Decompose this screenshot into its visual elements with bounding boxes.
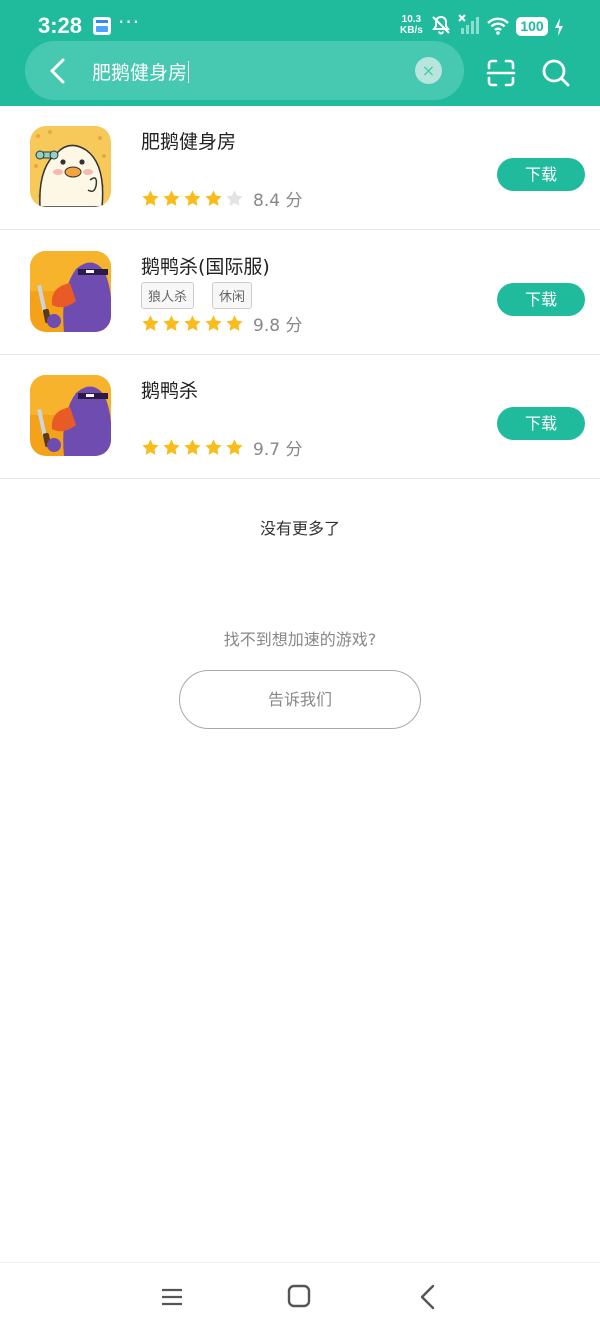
star-empty-icon xyxy=(226,190,243,206)
star-filled-icon xyxy=(205,315,222,331)
download-button[interactable]: 下载 xyxy=(497,283,585,316)
status-time: 3:28 xyxy=(38,13,83,38)
star-rating xyxy=(141,438,244,457)
rating-score: 8.4 分 xyxy=(253,191,303,211)
star-rating xyxy=(141,189,244,208)
star-filled-icon xyxy=(226,315,243,331)
network-speed-value: 10.3 xyxy=(401,14,422,25)
search-query: 肥鹅健身房 xyxy=(92,62,188,84)
star-filled-icon xyxy=(205,190,222,206)
charging-icon xyxy=(555,18,563,36)
star-filled-icon xyxy=(226,439,243,455)
list-item[interactable]: 鹅鸭杀 9.7 分 下载 xyxy=(0,355,600,479)
signal-icon xyxy=(458,14,479,34)
header: 3:28 ··· 10.3 KB/s 100 肥鹅健身房 × xyxy=(0,0,600,106)
star-filled-icon xyxy=(142,190,159,206)
search-icon[interactable] xyxy=(541,58,571,88)
star-filled-icon xyxy=(184,190,201,206)
home-icon[interactable] xyxy=(286,1283,312,1309)
status-bar: 3:28 ··· 10.3 KB/s 100 xyxy=(0,0,600,40)
rating-score: 9.7 分 xyxy=(253,440,303,460)
search-input[interactable]: 肥鹅健身房 xyxy=(92,58,190,85)
app-name: 肥鹅健身房 xyxy=(141,131,237,153)
goose-duck-icon xyxy=(30,251,111,332)
star-filled-icon xyxy=(205,439,222,455)
list-item[interactable]: 鹅鸭杀(国际服) 狼人杀 休闲 9.8 分 下载 xyxy=(0,231,600,355)
fat-goose-icon xyxy=(30,126,111,207)
clear-search-button[interactable]: × xyxy=(415,57,442,84)
scan-icon[interactable] xyxy=(486,58,516,88)
star-filled-icon xyxy=(163,315,180,331)
rating-score: 9.8 分 xyxy=(253,316,303,336)
system-nav-bar xyxy=(0,1262,600,1333)
cant-find-hint: 找不到想加速的游戏? xyxy=(223,630,377,649)
star-filled-icon xyxy=(184,439,201,455)
tag[interactable]: 狼人杀 xyxy=(141,282,195,309)
no-more-results: 没有更多了 xyxy=(259,519,340,538)
download-button[interactable]: 下载 xyxy=(497,407,585,440)
app-name: 鹅鸭杀 xyxy=(141,380,199,402)
notification-app-icon xyxy=(93,17,111,35)
search-bar[interactable]: 肥鹅健身房 × xyxy=(25,41,464,100)
network-speed-unit: KB/s xyxy=(400,25,423,36)
star-filled-icon xyxy=(184,315,201,331)
tag-list: 狼人杀 休闲 xyxy=(141,282,253,309)
star-filled-icon xyxy=(163,190,180,206)
app-name: 鹅鸭杀(国际服) xyxy=(141,256,270,278)
download-button[interactable]: 下载 xyxy=(497,158,585,191)
wifi-icon xyxy=(487,17,509,35)
list-item[interactable]: 肥鹅健身房 8.4 分 下载 xyxy=(0,106,600,230)
recent-apps-icon[interactable] xyxy=(160,1285,184,1309)
network-speed: 10.3 KB/s xyxy=(400,14,423,36)
star-filled-icon xyxy=(163,439,180,455)
text-cursor xyxy=(188,61,190,83)
battery-indicator: 100 xyxy=(516,17,548,36)
tag[interactable]: 休闲 xyxy=(212,282,253,309)
goose-duck-icon xyxy=(30,375,111,456)
tell-us-button[interactable]: 告诉我们 xyxy=(179,670,421,729)
bell-muted-icon xyxy=(432,15,450,35)
back-arrow-icon[interactable] xyxy=(43,55,73,87)
more-notifications-icon: ··· xyxy=(118,10,141,34)
star-rating xyxy=(141,314,244,333)
back-icon[interactable] xyxy=(417,1283,439,1311)
star-filled-icon xyxy=(142,439,159,455)
star-filled-icon xyxy=(142,315,159,331)
